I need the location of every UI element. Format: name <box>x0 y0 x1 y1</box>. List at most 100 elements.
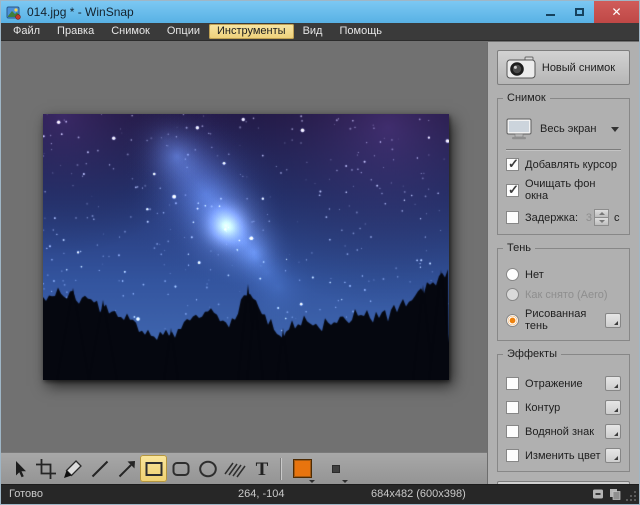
shadow-options-button[interactable] <box>605 313 621 328</box>
shadow-drawn-label: Рисованная тень <box>525 308 605 332</box>
hatch-icon <box>224 458 246 480</box>
watermark-option[interactable]: Водяной знак <box>506 424 621 439</box>
menu-tools[interactable]: Инструменты <box>209 24 294 39</box>
reflection-option[interactable]: Отражение <box>506 376 621 391</box>
minimize-icon <box>546 14 555 16</box>
shadow-aero-option: Как снято (Aero) <box>506 288 621 301</box>
minimize-button[interactable] <box>536 1 565 23</box>
menu-view[interactable]: Вид <box>295 24 331 39</box>
ellipse-icon <box>197 458 219 480</box>
rectangle-tool[interactable] <box>140 455 167 482</box>
menu-file[interactable]: Файл <box>5 24 48 39</box>
winsnap-window: 014.jpg * - WinSnap ✕ Файл Правка Снимок… <box>0 0 640 505</box>
line-width-icon <box>332 465 340 473</box>
effects-group-title: Эффекты <box>503 348 561 360</box>
camera-icon <box>506 56 536 79</box>
add-cursor-option[interactable]: Добавлять курсор <box>506 158 621 171</box>
outline-checkbox[interactable] <box>506 401 519 414</box>
colorize-options-button[interactable] <box>605 448 621 463</box>
pen-icon <box>62 458 84 480</box>
cursor-icon <box>8 458 30 480</box>
delay-checkbox[interactable] <box>506 211 519 224</box>
shadow-none-label: Нет <box>525 269 544 281</box>
status-state: Готово <box>9 488 43 500</box>
editor-column: T <box>1 42 487 484</box>
reflection-checkbox[interactable] <box>506 377 519 390</box>
spinner-down-button[interactable] <box>594 218 609 226</box>
svg-text:T: T <box>255 459 268 480</box>
clear-background-option[interactable]: Очищать фон окна <box>506 178 621 202</box>
capture-mode-select[interactable]: Весь экран <box>506 118 621 140</box>
delay-value: 3 <box>578 212 592 224</box>
resize-grip[interactable] <box>626 491 637 502</box>
close-button[interactable]: ✕ <box>594 1 639 23</box>
maximize-button[interactable] <box>565 1 594 23</box>
watermark-label: Водяной знак <box>525 426 594 438</box>
text-tool[interactable]: T <box>248 455 275 482</box>
hatch-tool[interactable] <box>221 455 248 482</box>
menu-bar: Файл Правка Снимок Опции Инструменты Вид… <box>1 23 639 41</box>
main-content: T <box>1 42 639 484</box>
status-bar: Готово 264, -104 684x482 (600x398) <box>1 484 639 504</box>
rounded-rectangle-icon <box>170 458 192 480</box>
group-separator <box>506 149 621 151</box>
outline-options-button[interactable] <box>605 400 621 415</box>
text-icon: T <box>251 458 273 480</box>
status-dimensions: 684x482 (600x398) <box>371 488 466 500</box>
close-icon: ✕ <box>611 5 621 19</box>
delay-option[interactable]: Задержка: 3 с <box>506 209 621 226</box>
spinner-down-icon <box>599 220 605 223</box>
menu-edit[interactable]: Правка <box>49 24 102 39</box>
shadow-none-radio[interactable] <box>506 268 519 281</box>
outline-option[interactable]: Контур <box>506 400 621 415</box>
swatch-dropdown-caret <box>309 480 315 483</box>
chevron-down-icon <box>611 127 619 132</box>
color-swatch-picker[interactable] <box>289 455 316 482</box>
status-cursor-position: 264, -104 <box>238 488 284 500</box>
delay-spinner[interactable] <box>594 209 609 226</box>
add-cursor-label: Добавлять курсор <box>525 159 617 171</box>
pen-tool[interactable] <box>59 455 86 482</box>
effects-group: Эффекты Отражение Контур Водяной знак <box>497 354 630 472</box>
menu-options[interactable]: Опции <box>159 24 208 39</box>
toolbar-separator <box>280 458 282 480</box>
spinner-up-icon <box>599 212 605 215</box>
line-tool[interactable] <box>86 455 113 482</box>
menu-help[interactable]: Помощь <box>331 24 390 39</box>
ellipse-tool[interactable] <box>194 455 221 482</box>
monitor-status-icon[interactable] <box>592 488 604 500</box>
night-sky-photo[interactable] <box>43 114 449 380</box>
colorize-checkbox[interactable] <box>506 449 519 462</box>
reflection-options-button[interactable] <box>605 376 621 391</box>
monitor-icon <box>506 118 532 140</box>
new-snapshot-label: Новый снимок <box>536 62 621 74</box>
window-title: 014.jpg * - WinSnap <box>27 5 536 19</box>
menu-capture[interactable]: Снимок <box>103 24 158 39</box>
canvas-area[interactable] <box>1 42 487 452</box>
shadow-drawn-option[interactable]: Рисованная тень <box>506 308 621 332</box>
shadow-none-option[interactable]: Нет <box>506 268 621 281</box>
clear-background-checkbox[interactable] <box>506 184 519 197</box>
line-width-picker[interactable] <box>322 455 349 482</box>
snapshot-group: Снимок Весь экран Добавлять курсор <box>497 98 630 235</box>
shadow-group-title: Тень <box>503 242 535 254</box>
rounded-rectangle-tool[interactable] <box>167 455 194 482</box>
app-icon <box>6 5 21 20</box>
select-tool[interactable] <box>5 455 32 482</box>
new-snapshot-button[interactable]: Новый снимок <box>497 50 630 85</box>
captured-image[interactable] <box>43 114 449 380</box>
delay-label: Задержка: <box>525 212 578 224</box>
settings-panel: Новый снимок Снимок Весь экран <box>487 42 639 484</box>
watermark-options-button[interactable] <box>605 424 621 439</box>
arrow-icon <box>116 458 138 480</box>
watermark-checkbox[interactable] <box>506 425 519 438</box>
copy-status-icon[interactable] <box>609 488 621 500</box>
drawing-toolbar: T <box>1 452 487 484</box>
colorize-option[interactable]: Изменить цвет <box>506 448 621 463</box>
crop-tool[interactable] <box>32 455 59 482</box>
shadow-drawn-radio[interactable] <box>506 314 519 327</box>
add-cursor-checkbox[interactable] <box>506 158 519 171</box>
spinner-up-button[interactable] <box>594 209 609 218</box>
arrow-tool[interactable] <box>113 455 140 482</box>
rectangle-icon <box>143 458 165 480</box>
